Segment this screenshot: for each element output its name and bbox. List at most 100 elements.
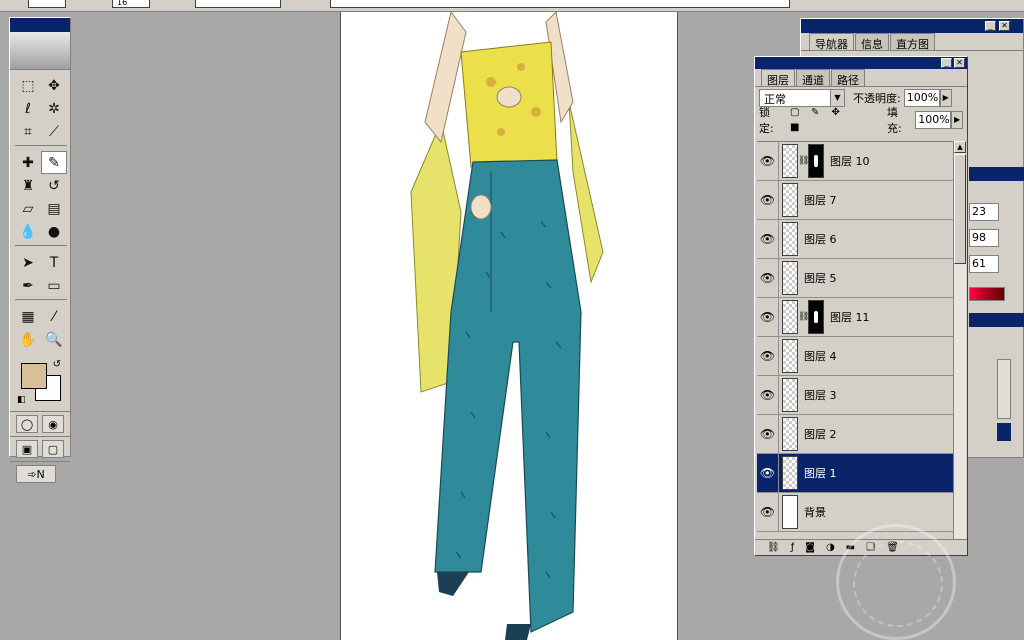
eye-icon[interactable]: 👁 (757, 492, 779, 532)
eye-icon[interactable]: 👁 (757, 414, 779, 454)
feather-logo[interactable] (10, 32, 70, 70)
layer-row[interactable]: 👁 图层 7 (757, 180, 953, 220)
tool-preset-box[interactable] (28, 0, 66, 8)
tab-channels[interactable]: 通道 (796, 69, 830, 87)
history-brush-icon[interactable]: ↺ (41, 174, 67, 197)
brush-tool-icon[interactable]: ✎ (41, 151, 67, 174)
slice-tool-icon[interactable]: ⟋ (41, 120, 67, 143)
layer-mask-thumbnail[interactable] (808, 300, 824, 334)
crop-tool-icon[interactable]: ⌗ (15, 120, 41, 143)
mask-link-icon[interactable]: ⛓ (798, 312, 809, 322)
color-r-field[interactable]: 23 (969, 203, 999, 221)
layers-titlebar[interactable]: _ ✕ (755, 57, 967, 69)
blend-mode-select[interactable]: 正常 ▼ (759, 89, 845, 107)
options-field[interactable] (330, 0, 790, 8)
layer-row[interactable]: 👁 图层 1 (757, 453, 953, 493)
layers-minimize-icon[interactable]: _ (941, 58, 952, 68)
layer-row[interactable]: 👁 图层 4 (757, 336, 953, 376)
clone-stamp-icon[interactable]: ♜ (15, 174, 41, 197)
healing-brush-icon[interactable]: ✚ (15, 151, 41, 174)
gradient-tool-icon[interactable]: ▤ (41, 197, 67, 220)
color-ramp[interactable] (969, 287, 1005, 301)
eye-icon[interactable]: 👁 (757, 453, 779, 493)
tab-navigator[interactable]: 导航器 (809, 33, 854, 51)
tab-layers[interactable]: 图层 (761, 69, 795, 87)
standard-mode-icon[interactable]: ◯ (16, 415, 38, 433)
styles-panel-titlebar[interactable] (969, 313, 1024, 327)
fill-arrow-icon[interactable]: ▶ (951, 111, 963, 129)
lasso-tool-icon[interactable]: ℓ (15, 97, 41, 120)
shape-tool-icon[interactable]: ▭ (41, 274, 67, 297)
chevron-down-icon[interactable]: ▼ (830, 90, 844, 106)
layer-row[interactable]: 👁 ⛓ 图层 11 (757, 297, 953, 337)
swap-colors-icon[interactable]: ↺ (53, 359, 61, 370)
marquee-tool-icon[interactable]: ⬚ (15, 74, 41, 97)
layer-row[interactable]: 👁 ⛓ 图层 10 (757, 142, 953, 181)
eye-icon[interactable]: 👁 (757, 180, 779, 220)
navigator-titlebar[interactable]: _ ✕ (801, 19, 1023, 33)
zoom-tool-icon[interactable]: 🔍 (41, 328, 67, 351)
fill-field[interactable]: 100% (915, 111, 952, 129)
link-layers-icon[interactable]: ⛓ (767, 542, 780, 553)
eraser-tool-icon[interactable]: ▱ (15, 197, 41, 220)
layers-scrollbar[interactable]: ▲ (953, 141, 966, 539)
full-screen-menu-icon[interactable]: ▢ (42, 440, 64, 458)
brush-size-field[interactable]: 16 (112, 0, 150, 8)
eyedropper-icon[interactable]: ⁄ (41, 305, 67, 328)
styles-selected-row[interactable] (997, 423, 1011, 441)
default-colors-icon[interactable]: ◧ (17, 395, 26, 405)
blur-tool-icon[interactable]: 💧 (15, 220, 41, 243)
tab-info[interactable]: 信息 (855, 33, 889, 51)
add-mask-icon[interactable]: ◙ (805, 542, 815, 553)
document-canvas[interactable] (340, 12, 678, 640)
eye-icon[interactable]: 👁 (757, 297, 779, 337)
standard-screen-icon[interactable]: ▣ (16, 440, 38, 458)
layer-mask-thumbnail[interactable] (808, 144, 824, 178)
type-tool-icon[interactable]: T (41, 251, 67, 274)
scroll-up-icon[interactable]: ▲ (954, 141, 966, 153)
magic-wand-icon[interactable]: ✲ (41, 97, 67, 120)
layer-row[interactable]: 👁 图层 6 (757, 219, 953, 259)
layer-row[interactable]: 👁 图层 2 (757, 414, 953, 454)
close-icon[interactable]: ✕ (999, 21, 1010, 31)
navigator-tabs: 导航器 信息 直方图 (801, 33, 1023, 51)
layer-row[interactable]: 👁 图层 5 (757, 258, 953, 298)
quickmask-mode-icon[interactable]: ◉ (42, 415, 64, 433)
move-tool-icon[interactable]: ✥ (41, 74, 67, 97)
layer-row[interactable]: 👁 图层 3 (757, 375, 953, 415)
eye-icon[interactable]: 👁 (757, 258, 779, 298)
color-b-field[interactable]: 61 (969, 255, 999, 273)
lock-transparency-icon[interactable]: ▢ (788, 107, 801, 120)
color-panel-titlebar[interactable] (969, 167, 1024, 181)
layer-row[interactable]: 👁 背景 (757, 492, 953, 532)
layers-close-icon[interactable]: ✕ (954, 58, 965, 68)
lock-paint-icon[interactable]: ✎ (809, 107, 822, 120)
lock-all-icon[interactable]: ■ (788, 122, 801, 135)
styles-scrollbar[interactable] (997, 359, 1011, 419)
jump-to-imageready-icon[interactable]: ➾N (16, 465, 56, 483)
path-select-icon[interactable]: ➤ (15, 251, 41, 274)
eye-icon[interactable]: 👁 (757, 142, 779, 181)
tab-histogram[interactable]: 直方图 (890, 33, 935, 51)
layer-style-icon[interactable]: ƒ (791, 542, 795, 553)
burn-tool-icon[interactable]: ● (41, 220, 67, 243)
scroll-thumb[interactable] (954, 154, 966, 264)
opacity-arrow-icon[interactable]: ▶ (939, 89, 952, 107)
toolbox-titlebar[interactable] (10, 18, 70, 32)
layer-thumbnail (782, 456, 798, 490)
adjustment-layer-icon[interactable]: ◑ (826, 542, 835, 553)
eye-icon[interactable]: 👁 (757, 375, 779, 415)
color-g-field[interactable]: 98 (969, 229, 999, 247)
minimize-icon[interactable]: _ (985, 21, 996, 31)
foreground-color-swatch[interactable] (21, 363, 47, 389)
pen-tool-icon[interactable]: ✒ (15, 274, 41, 297)
layer-name: 图层 11 (830, 311, 870, 324)
tab-paths[interactable]: 路径 (831, 69, 865, 87)
eye-icon[interactable]: 👁 (757, 219, 779, 259)
notes-tool-icon[interactable]: ▦ (15, 305, 41, 328)
mode-dropdown[interactable] (195, 0, 281, 8)
mask-link-icon[interactable]: ⛓ (798, 156, 809, 166)
lock-position-icon[interactable]: ✥ (829, 107, 842, 120)
eye-icon[interactable]: 👁 (757, 336, 779, 376)
hand-tool-icon[interactable]: ✋ (15, 328, 41, 351)
